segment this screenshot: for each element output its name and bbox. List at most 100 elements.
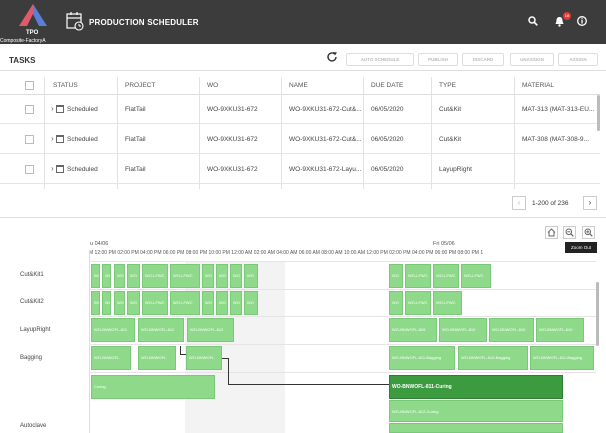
info-icon[interactable] — [577, 16, 587, 26]
task-bar[interactable]: WO-LFWC — [461, 264, 491, 288]
task-bar[interactable]: WO — [114, 264, 125, 288]
task-bar[interactable]: WO-LFWC — [433, 264, 459, 288]
gantt-day-label: u 04/06 — [90, 241, 109, 247]
column-type[interactable]: TYPE — [439, 82, 456, 89]
task-bar[interactable]: Curing — [91, 375, 215, 399]
task-bar[interactable]: WO — [244, 264, 258, 288]
task-bar[interactable]: WO — [114, 291, 125, 315]
task-bar[interactable]: WO — [127, 291, 140, 315]
assign-button[interactable]: ASSIGN — [558, 53, 598, 66]
cell-material: MAT-308 (MAT-308-9... — [522, 136, 589, 143]
task-bar[interactable]: WO-BNWOFL-810 — [439, 318, 487, 342]
cell-name: WO-9XKU31-672-Cut&... — [289, 106, 361, 113]
task-bar[interactable]: WO — [216, 291, 228, 315]
column-wo[interactable]: WO — [207, 82, 218, 89]
expand-chevron-icon[interactable]: › — [51, 104, 54, 113]
refresh-button[interactable] — [326, 51, 340, 65]
task-bar[interactable]: WO-BNWOFL-812 — [187, 318, 234, 342]
cell-due-date: 06/05/2020 — [371, 106, 404, 113]
task-bar[interactable]: WO-BNWOFL-810-Bagging — [458, 346, 528, 370]
task-bar[interactable]: WO — [230, 291, 242, 315]
tasks-table-header: STATUS PROJECT WO NAME DUE DATE TYPE MAT… — [0, 77, 600, 95]
task-bar[interactable]: WO-BNWOFL-809 — [389, 318, 437, 342]
task-bar[interactable]: WO-BNWOFL-810 — [489, 318, 534, 342]
task-bar[interactable] — [389, 423, 563, 433]
zoom-out-button[interactable] — [563, 226, 576, 239]
logo-text: TPO — [26, 30, 39, 36]
task-bar[interactable]: WO — [102, 264, 111, 288]
cell-project: FlatTail — [125, 106, 146, 113]
task-bar[interactable]: WO-LFWC — [405, 264, 431, 288]
task-bar[interactable]: WO-BNWOFL-811-Bagging — [530, 346, 594, 370]
cell-due-date: 06/05/2020 — [371, 166, 404, 173]
row-checkbox[interactable] — [25, 165, 34, 174]
task-bar[interactable]: WO — [202, 291, 214, 315]
zoom-in-button[interactable] — [582, 226, 595, 239]
task-bar[interactable]: WO — [127, 264, 140, 288]
table-row[interactable]: › Scheduled FlatTail WO-9XKU31-672 WO-9X… — [0, 125, 600, 154]
app-title: PRODUCTION SCHEDULER — [89, 18, 199, 27]
task-bar[interactable]: WO — [202, 264, 214, 288]
dependency-link — [180, 354, 186, 355]
pagination-range: 1-200 of 236 — [532, 200, 569, 207]
task-bar[interactable]: WO-LFWC — [405, 291, 431, 315]
column-status[interactable]: STATUS — [53, 82, 78, 89]
task-bar[interactable]: WO — [216, 264, 228, 288]
task-bar[interactable]: WO — [102, 291, 111, 315]
task-bar[interactable]: WO-LFWC — [170, 264, 200, 288]
expand-chevron-icon[interactable]: › — [51, 134, 54, 143]
task-bar[interactable]: WO-LFWC — [170, 291, 200, 315]
cell-type: LayupRight — [439, 166, 472, 173]
section-divider — [0, 70, 606, 71]
table-row[interactable]: › Scheduled FlatTail WO-9XKU31-672 WO-9X… — [0, 95, 600, 124]
gantt-row-divider — [89, 289, 596, 290]
task-bar[interactable]: WO — [230, 264, 242, 288]
column-project[interactable]: PROJECT — [125, 82, 155, 89]
task-bar[interactable]: WO-LFWC — [142, 264, 168, 288]
task-bar[interactable]: WO-BNWOFL-811 — [91, 318, 135, 342]
table-scrollbar[interactable] — [597, 95, 600, 131]
task-bar[interactable]: WO-BNWOFL-810 — [536, 318, 584, 342]
publish-button[interactable]: PUBLISH — [418, 53, 458, 66]
task-bar[interactable]: WO-BNWOFL-811-Bagging — [389, 346, 455, 370]
task-bar[interactable]: WO — [91, 264, 100, 288]
resource-label: LayupRight — [20, 327, 51, 333]
home-zoom-button[interactable] — [545, 226, 558, 239]
task-bar[interactable]: WO-BNWOFL — [138, 346, 176, 370]
expand-chevron-icon[interactable]: › — [51, 164, 54, 173]
task-bar[interactable]: WO-LFWC — [142, 291, 168, 315]
section-divider — [0, 217, 606, 218]
task-bar-selected[interactable]: WO-BNWOFL-811-Curing — [389, 375, 563, 399]
discard-button[interactable]: DISCARD — [462, 53, 504, 66]
task-bar[interactable]: WO — [244, 291, 258, 315]
unassign-button[interactable]: UNASSIGN — [510, 53, 554, 66]
resource-label: Cut&Kit1 — [20, 272, 44, 278]
auto-schedule-button[interactable]: AUTO SCHEDULE — [346, 53, 414, 66]
dependency-link — [228, 384, 389, 385]
select-all-checkbox[interactable] — [25, 81, 34, 90]
column-due-date[interactable]: DUE DATE — [371, 82, 403, 89]
task-bar[interactable]: WO-BNWOFL-811 — [138, 318, 184, 342]
column-material[interactable]: MATERIAL — [522, 82, 554, 89]
prev-page-button[interactable]: ‹ — [512, 196, 526, 210]
search-icon[interactable] — [528, 16, 538, 26]
task-bar[interactable]: WO-BNWOFL — [91, 346, 131, 370]
dependency-link — [180, 346, 181, 354]
task-bar[interactable]: WO-BNWOFL — [186, 346, 222, 370]
cell-status: Scheduled — [67, 166, 98, 173]
table-row[interactable]: › Scheduled FlatTail WO-9XKU31-672 WO-9X… — [0, 155, 600, 184]
company-logo[interactable]: TPO Composite-FactoryA — [0, 4, 58, 44]
task-bar[interactable]: WO-LFWC — [433, 291, 462, 315]
task-bar[interactable]: WO-BNWOFL-812-Curing — [389, 400, 563, 422]
logo-mark-icon — [19, 4, 47, 26]
task-bar[interactable]: WO — [91, 291, 100, 315]
gantt-scrollbar[interactable] — [596, 282, 599, 346]
resource-label: Cut&Kit2 — [20, 299, 44, 305]
task-bar[interactable]: WO — [389, 264, 403, 288]
row-checkbox[interactable] — [25, 135, 34, 144]
task-bar[interactable]: WO — [389, 291, 403, 315]
next-page-button[interactable]: › — [583, 196, 597, 210]
cell-project: FlatTail — [125, 166, 146, 173]
row-checkbox[interactable] — [25, 105, 34, 114]
column-name[interactable]: NAME — [289, 82, 308, 89]
